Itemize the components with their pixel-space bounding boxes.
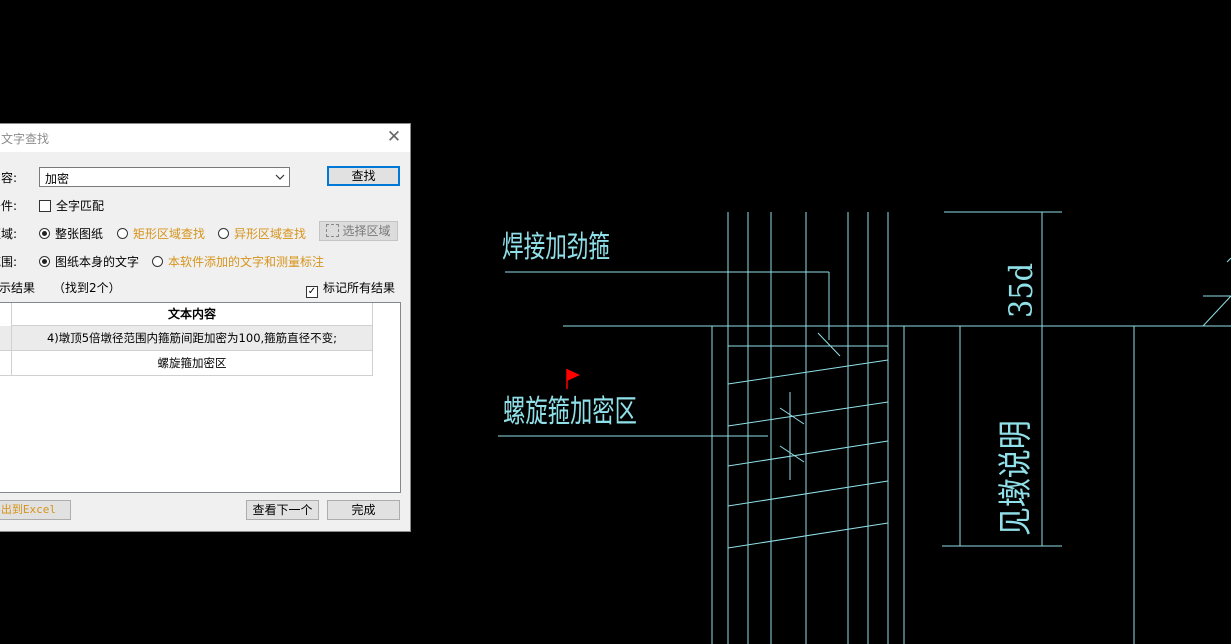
- area-option-rect[interactable]: 矩形区域查找: [117, 225, 205, 242]
- cad-text-see-pier-note: 见墩说明: [996, 420, 1036, 536]
- dialog-title-bar[interactable]: 文字查找 ✕: [0, 124, 410, 152]
- content-label: 内容:: [0, 171, 18, 185]
- mark-all-checkbox[interactable]: ✓: [306, 286, 318, 298]
- scope-option-label: 图纸本身的文字: [55, 255, 140, 269]
- cad-text-spiral-dense-zone: 螺旋箍加密区: [503, 394, 637, 430]
- radio-rect-area[interactable]: [117, 228, 128, 239]
- table-row[interactable]: 螺旋箍加密区: [0, 351, 373, 376]
- results-table[interactable]: 文本内容 4)墩顶5倍墩径范围内箍筋间距加密为100,箍筋直径不变; 螺旋箍加密…: [0, 302, 401, 493]
- table-cell: 4)墩顶5倍墩径范围内箍筋间距加密为100,箍筋直径不变;: [11, 326, 373, 350]
- whole-word-option[interactable]: 全字匹配: [39, 197, 104, 214]
- scope-option-software-text[interactable]: 本软件添加的文字和测量标注: [152, 253, 324, 270]
- select-area-icon: [326, 224, 340, 237]
- whole-word-checkbox[interactable]: [39, 200, 51, 212]
- column-header-text[interactable]: 文本内容: [11, 303, 373, 326]
- radio-software-text[interactable]: [152, 256, 163, 267]
- scope-option-label: 本软件添加的文字和测量标注: [168, 255, 325, 269]
- area-option-label: 矩形区域查找: [133, 227, 206, 241]
- done-button[interactable]: 完成: [327, 500, 400, 520]
- mark-all-label: 标记所有结果: [323, 281, 396, 295]
- area-option-whole-drawing[interactable]: 整张图纸: [39, 225, 103, 242]
- close-icon[interactable]: ✕: [384, 127, 404, 147]
- radio-irregular-area[interactable]: [218, 228, 229, 239]
- area-option-label: 整张图纸: [55, 227, 104, 241]
- dialog-title: 文字查找: [1, 132, 50, 146]
- area-option-label: 异形区域查找: [234, 227, 307, 241]
- table-cell: 螺旋箍加密区: [11, 351, 373, 375]
- radio-whole-drawing[interactable]: [39, 228, 50, 239]
- mark-all-option[interactable]: ✓ 标记所有结果: [306, 279, 395, 298]
- results-count: （找到2个）: [53, 281, 121, 295]
- whole-word-label: 全字匹配: [56, 199, 105, 213]
- table-row[interactable]: 4)墩顶5倍墩径范围内箍筋间距加密为100,箍筋直径不变;: [0, 326, 373, 351]
- select-area-label: 选择区域: [342, 224, 391, 238]
- area-label: 区域:: [0, 227, 18, 241]
- result-flag-icon: [566, 369, 580, 389]
- scope-option-drawing-text[interactable]: 图纸本身的文字: [39, 253, 139, 270]
- find-button[interactable]: 查找: [327, 166, 400, 186]
- view-next-button[interactable]: 查看下一个: [246, 500, 319, 520]
- chevron-down-icon[interactable]: [275, 172, 285, 182]
- select-area-button[interactable]: 选择区域: [319, 221, 398, 241]
- scope-label: 范围:: [0, 255, 18, 269]
- cad-text-weld-stiffener: 焊接加劲箍: [502, 230, 610, 265]
- search-value: 加密: [45, 172, 70, 186]
- results-label: 显示结果: [0, 281, 36, 295]
- condition-label: 条件:: [0, 199, 18, 213]
- cad-text-35d: 35d: [1002, 262, 1040, 318]
- radio-drawing-text[interactable]: [39, 256, 50, 267]
- search-input[interactable]: 加密: [39, 167, 290, 187]
- export-excel-button[interactable]: 导出到Excel: [0, 500, 71, 520]
- find-text-dialog: 文字查找 ✕ 内容: 加密 查找 条件: 全字匹配 区域: 整张图纸 矩形区域查…: [0, 123, 411, 532]
- area-option-irregular[interactable]: 异形区域查找: [218, 225, 306, 242]
